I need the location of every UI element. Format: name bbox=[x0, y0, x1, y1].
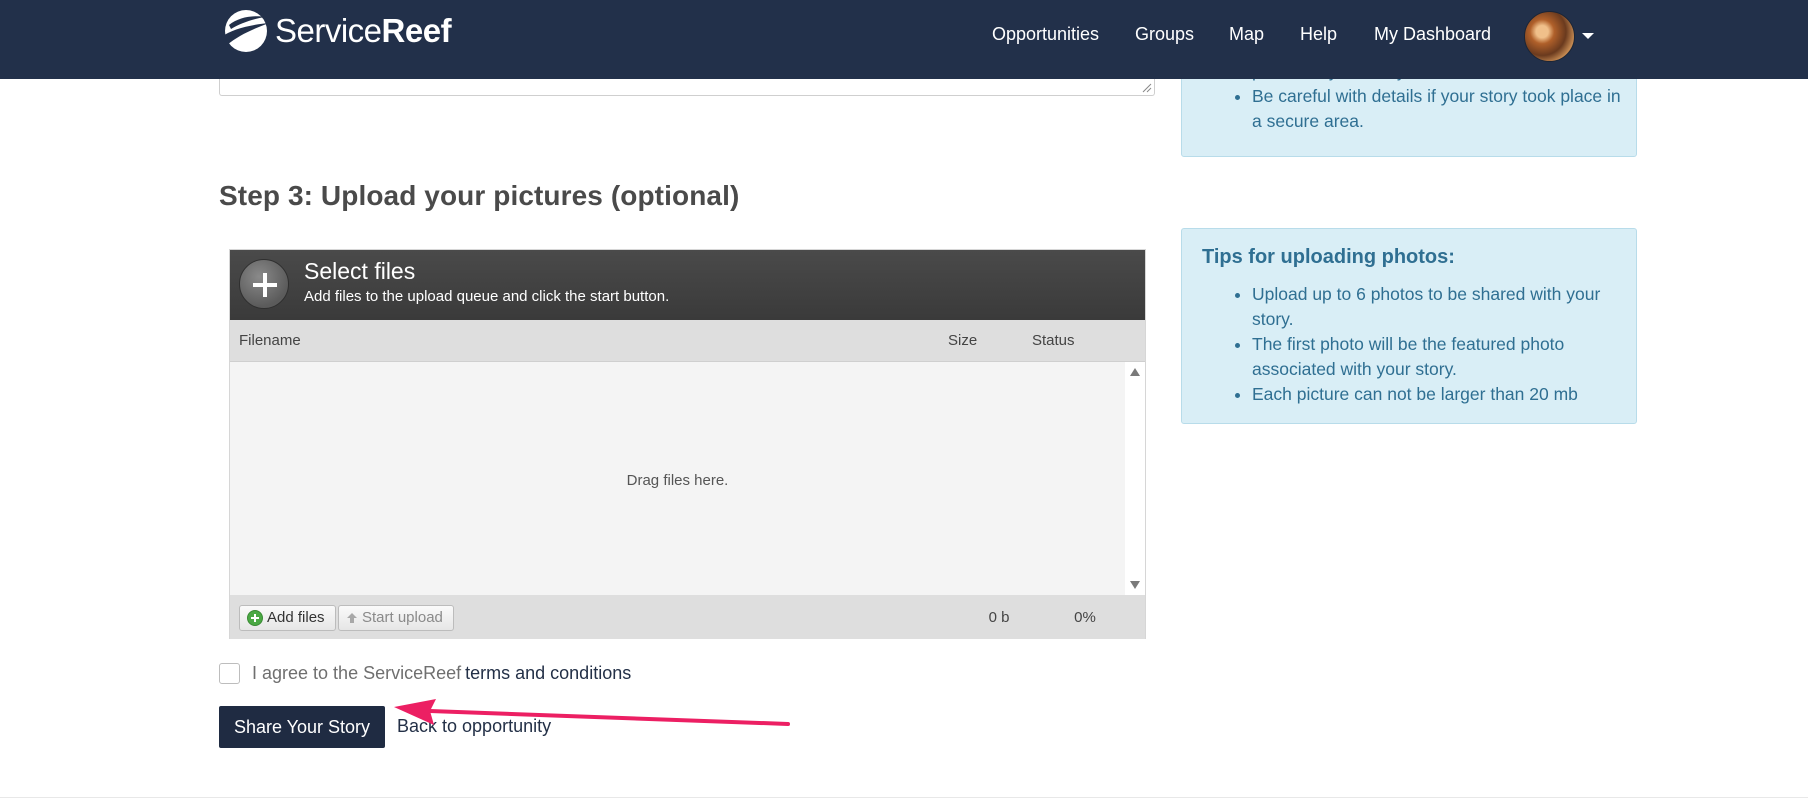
file-uploader: Select files Add files to the upload que… bbox=[229, 249, 1146, 639]
nav-my-dashboard[interactable]: My Dashboard bbox=[1374, 24, 1491, 45]
photo-tips-title: Tips for uploading photos: bbox=[1202, 246, 1455, 268]
add-green-icon bbox=[247, 610, 263, 626]
scroll-up-icon[interactable] bbox=[1129, 366, 1141, 378]
annotation-arrow bbox=[394, 699, 790, 726]
share-story-button[interactable]: Share Your Story bbox=[219, 706, 385, 748]
brand-name-light: Service bbox=[275, 12, 382, 49]
select-files-title[interactable]: Select files bbox=[304, 258, 415, 285]
total-percent: 0% bbox=[1074, 609, 1096, 626]
drop-zone-text: Drag files here. bbox=[626, 472, 729, 489]
photo-tip-item: The first photo will be the featured pho… bbox=[1252, 332, 1622, 382]
servicereef-logo-icon bbox=[221, 10, 269, 52]
page-content: Step 3: Upload your pictures (optional) … bbox=[0, 0, 1808, 800]
photo-tip-item: Upload up to 6 photos to be shared with … bbox=[1252, 282, 1622, 332]
agree-checkbox[interactable] bbox=[219, 663, 240, 684]
uploader-column-headers: Filename Size Status bbox=[230, 320, 1145, 362]
scroll-down-icon[interactable] bbox=[1129, 579, 1141, 591]
total-size: 0 b bbox=[988, 609, 1010, 626]
nav-map[interactable]: Map bbox=[1229, 24, 1264, 45]
photo-tip-item: Each picture can not be larger than 20 m… bbox=[1252, 382, 1622, 407]
column-filename: Filename bbox=[239, 332, 301, 349]
terms-link[interactable]: terms and conditions bbox=[465, 663, 631, 684]
photo-tips-box: Tips for uploading photos: Upload up to … bbox=[1181, 228, 1637, 424]
start-upload-button[interactable]: Start upload bbox=[338, 605, 454, 631]
brand-name-bold: Reef bbox=[381, 12, 452, 49]
brand-name: ServiceReef bbox=[275, 12, 452, 50]
nav-groups[interactable]: Groups bbox=[1135, 24, 1194, 45]
avatar[interactable] bbox=[1524, 11, 1575, 62]
story-tip-item: Be careful with details if your story to… bbox=[1252, 84, 1622, 134]
add-files-button[interactable]: Add files bbox=[239, 605, 336, 631]
agree-text: I agree to the ServiceReef bbox=[252, 663, 462, 683]
footer-divider bbox=[0, 797, 1808, 798]
top-navbar: ServiceReef Opportunities Groups Map Hel… bbox=[0, 0, 1808, 79]
plus-icon[interactable] bbox=[239, 259, 289, 309]
uploader-header[interactable]: Select files Add files to the upload que… bbox=[230, 250, 1145, 320]
nav-opportunities[interactable]: Opportunities bbox=[992, 24, 1099, 45]
drop-zone-scrollbar[interactable] bbox=[1125, 362, 1145, 595]
start-upload-label: Start upload bbox=[362, 609, 443, 626]
resize-grip-icon[interactable] bbox=[1142, 83, 1152, 93]
column-size: Size bbox=[948, 332, 978, 349]
select-files-subtitle: Add files to the upload queue and click … bbox=[304, 288, 670, 305]
caret-down-icon[interactable] bbox=[1582, 33, 1594, 39]
step3-title: Step 3: Upload your pictures (optional) bbox=[219, 180, 740, 211]
add-files-label: Add files bbox=[267, 609, 325, 626]
drop-zone[interactable]: Drag files here. bbox=[230, 362, 1145, 595]
uploader-footer: Add files Start upload 0 b 0% bbox=[230, 595, 1145, 639]
nav-help[interactable]: Help bbox=[1300, 24, 1337, 45]
column-status: Status bbox=[1032, 332, 1075, 349]
terms-agreement: I agree to the ServiceReef terms and con… bbox=[219, 663, 631, 684]
servicereef-logo[interactable]: ServiceReef bbox=[219, 7, 452, 55]
upload-arrow-icon bbox=[347, 613, 357, 623]
